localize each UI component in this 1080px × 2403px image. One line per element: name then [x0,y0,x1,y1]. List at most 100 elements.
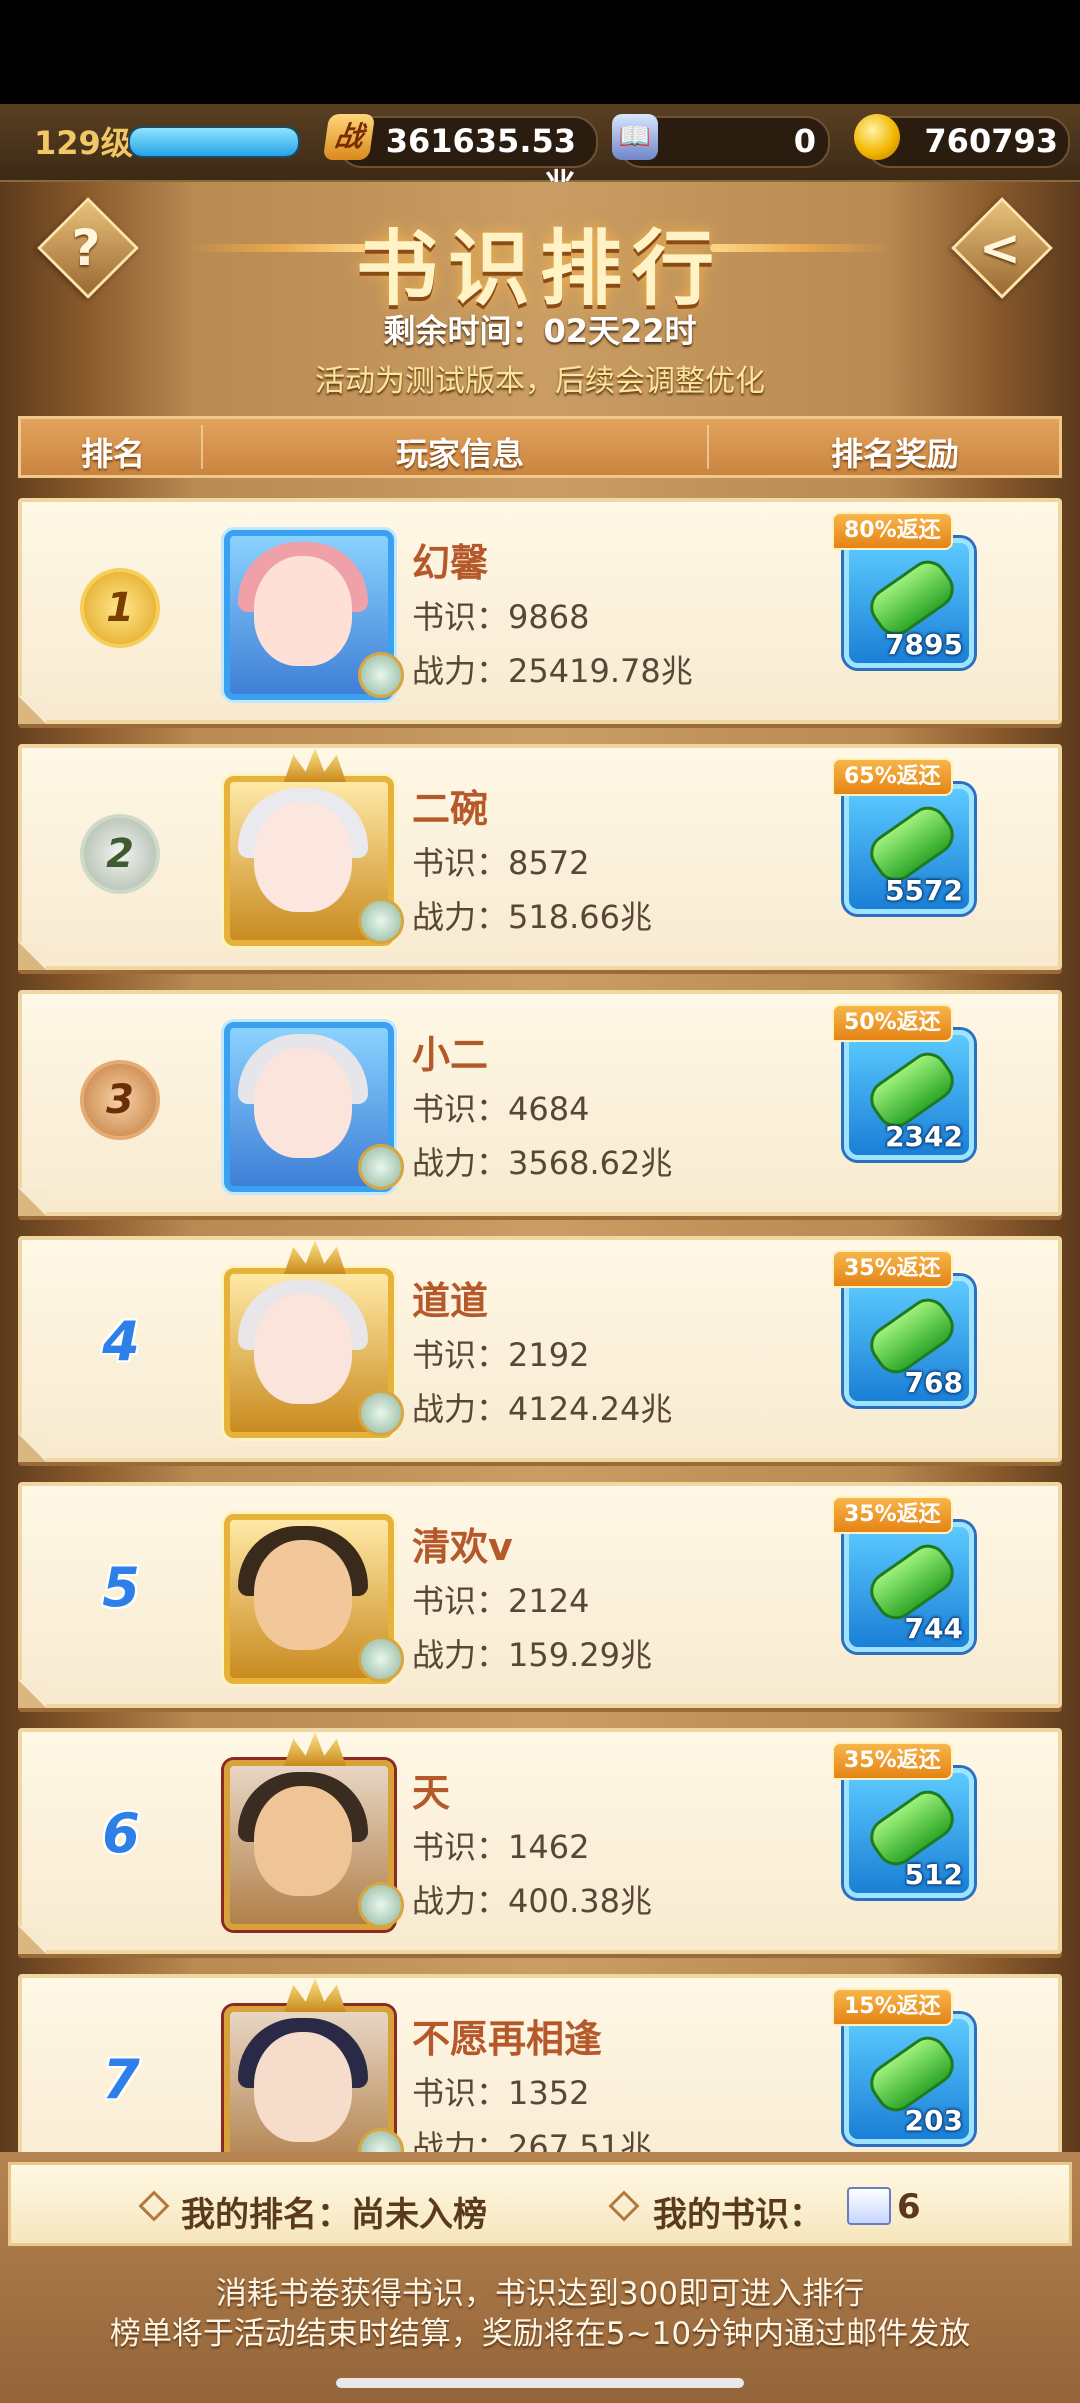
player-power: 战力：159.29兆 [412,1630,652,1676]
rule-note-2: 榜单将于活动结束时结算，奖励将在5~10分钟内通过邮件发放 [109,2316,971,2352]
rank-number: 5 [102,1556,140,1619]
player-level: 129级 [34,124,133,162]
player-book-score: 书识：2124 [412,1576,589,1622]
question-icon: ? [71,219,101,277]
reward-count: 512 [904,1858,963,1891]
ranking-list[interactable]: 1 幻馨 书识：9868 战力：25419.78兆 7895 80%返还 2 二碗 书识：857… [0,498,1080,2152]
gold-ingot-icon [854,114,900,160]
power-value: 267.51兆 [508,2128,652,2152]
player-book-score: 书识：8572 [412,838,589,884]
reward-item[interactable]: 2342 [844,1030,974,1160]
player-avatar[interactable] [224,1240,404,1438]
exp-bar [128,126,300,158]
rank-medal-icon: 1 [80,568,160,648]
ranking-row[interactable]: 5 清欢v 书识：2124 战力：159.29兆 744 35%返还 [18,1482,1062,1708]
column-header: 排名 玩家信息 排名奖励 [18,416,1062,478]
ranking-row[interactable]: 7 不愿再相逢 书识：1352 战力：267.51兆 203 15%返还 [18,1974,1062,2152]
ranking-row[interactable]: 1 幻馨书识：9868 战力：25419.78兆 7895 80%返还 [18,498,1062,724]
power-label: 战力： [412,1882,509,1920]
books-value: 0 [793,122,816,160]
battle-icon: 战 [322,114,376,160]
my-book-label: 我的书识： [653,2195,823,2235]
vip-badge-icon [358,652,404,698]
player-avatar[interactable] [224,530,404,700]
player-book-score: 书识：9868 [412,592,589,638]
player-avatar[interactable] [224,1978,404,2152]
rank-number: 4 [102,1310,140,1373]
reward-return-tag: 80%返还 [832,512,953,550]
reward-item[interactable]: 744 [844,1522,974,1652]
footer-panel: 我的排名：尚未入榜 我的书识： 6 消耗书卷获得书识，书识达到300即可进入排行… [0,2152,1080,2403]
crown-ornament-icon [284,1240,346,1274]
my-book-value: 6 [897,2187,921,2227]
exp-bar-fill [130,128,298,156]
test-version-notice: 活动为测试版本，后续会调整优化 [315,364,765,399]
player-name: 小二 [412,1033,489,1077]
vip-badge-icon [358,2128,404,2152]
reward-return-tag: 35%返还 [832,1250,953,1288]
page-title: 书识排行 [355,221,724,317]
book-label: 书识： [412,1090,509,1128]
ranking-row[interactable]: 4 道道 书识：2192 战力：4124.24兆 768 35%返还 [18,1236,1062,1462]
my-rank: 我的排名：尚未入榜 [181,2195,487,2235]
column-divider [707,425,709,469]
rank-medal-icon: 2 [80,814,160,894]
player-avatar[interactable] [224,1022,404,1192]
player-avatar[interactable] [224,748,404,946]
reward-return-tag: 35%返还 [832,1742,953,1780]
column-rank: 排名 [81,435,146,473]
back-arrow-icon: < [979,219,1021,277]
reward-count: 768 [904,1366,963,1399]
reward-return-tag: 65%返还 [832,758,953,796]
power-label: 战力： [412,898,509,936]
avatar-face [254,802,352,912]
reward-return-tag: 15%返还 [832,1988,953,2026]
avatar-face [254,1786,352,1896]
vip-badge-icon [358,1144,404,1190]
reward-item[interactable]: 7895 [844,538,974,668]
player-book-score: 书识：2192 [412,1330,589,1376]
player-power: 战力：25419.78兆 [412,646,693,692]
ranking-row[interactable]: 2 二碗 书识：8572 战力：518.66兆 5572 65%返还 [18,744,1062,970]
ranking-row[interactable]: 6 天书识：1462 战力：400.38兆 512 35%返还 [18,1728,1062,1954]
reward-count: 203 [904,2104,963,2137]
book-value: 1352 [508,2074,590,2112]
book-label: 书识： [412,1828,509,1866]
book-label: 书识： [412,1582,509,1620]
player-power: 战力：400.38兆 [412,1876,652,1922]
avatar-face [254,556,352,666]
vip-badge-icon [358,1636,404,1682]
reward-count: 7895 [885,628,963,661]
player-name: 天 [412,1771,451,1815]
avatar-face [254,1294,352,1404]
reward-item[interactable]: 512 [844,1768,974,1898]
resource-bar: 129级 战 361635.53兆 📖 0 760793 [0,104,1080,204]
player-power: 战力：267.51兆 [412,2122,652,2152]
remaining-time: 剩余时间：02天22时 [383,312,697,350]
book-value: 2192 [508,1336,590,1374]
player-name: 幻馨 [412,541,489,585]
book-label: 书识： [412,598,509,636]
player-power: 战力：518.66兆 [412,892,652,938]
player-avatar[interactable] [224,1514,404,1684]
avatar-face [254,1048,352,1158]
home-indicator[interactable] [336,2378,744,2388]
player-avatar[interactable] [224,1732,404,1930]
book-icon [847,2187,891,2225]
book-value: 2124 [508,1582,590,1620]
ranking-panel: 书识排行 ? < 剩余时间：02天22时 活动为测试版本，后续会调整优化 排名 … [0,182,1080,2152]
status-bar [0,0,1080,104]
reward-item[interactable]: 768 [844,1276,974,1406]
power-value: 159.29兆 [508,1636,652,1674]
reward-item[interactable]: 203 [844,2014,974,2144]
crown-ornament-icon [284,748,346,782]
vip-badge-icon [358,1390,404,1436]
reward-item[interactable]: 5572 [844,784,974,914]
ranking-row[interactable]: 3 小二 书识：4684 战力：3568.62兆 2342 50%返还 [18,990,1062,1216]
column-reward: 排名奖励 [831,435,960,473]
reward-count: 5572 [885,874,963,907]
power-value: 400.38兆 [508,1882,652,1920]
player-name: 不愿再相逢 [412,2017,603,2061]
reward-return-tag: 50%返还 [832,1004,953,1042]
crown-ornament-icon [284,1732,346,1766]
